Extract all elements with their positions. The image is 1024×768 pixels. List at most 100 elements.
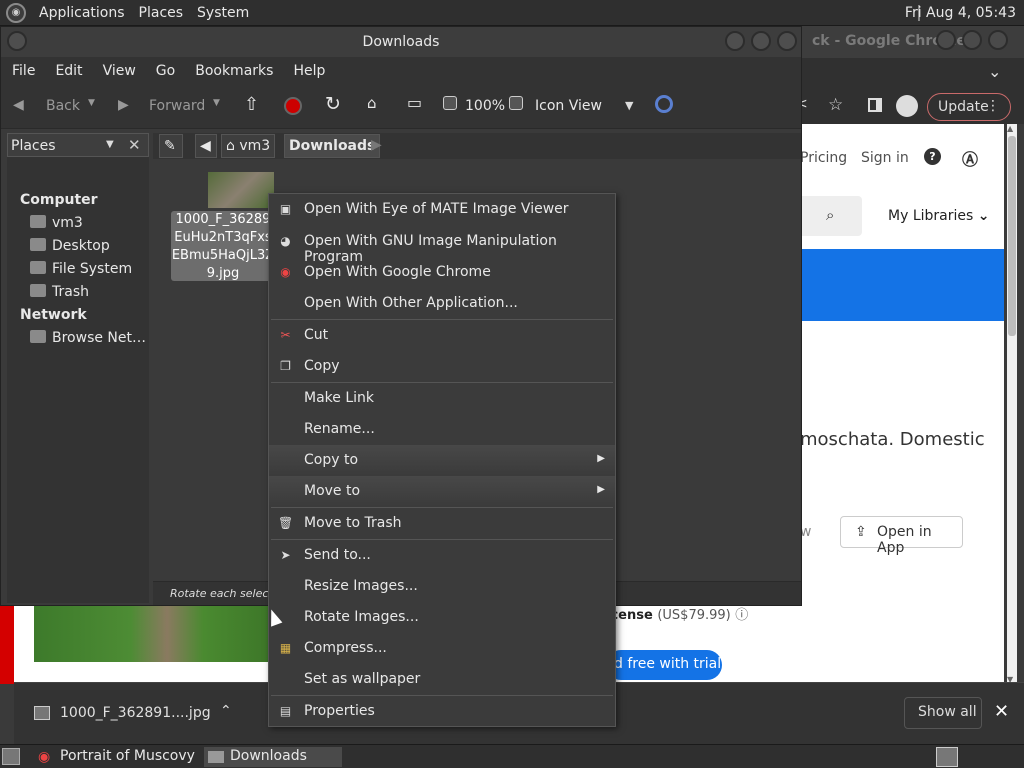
sidebar-close-icon[interactable]: ✕ (128, 136, 141, 154)
menu-item-resize-images[interactable]: Resize Images... (269, 571, 615, 601)
help-icon[interactable]: ? (924, 148, 941, 165)
menu-item-make-link[interactable]: Make Link (269, 383, 615, 413)
menu-item-copy-to[interactable]: Copy to ▶ (269, 445, 615, 475)
clock[interactable]: Fri Aug 4, 05:43 (905, 5, 1016, 21)
menu-places[interactable]: Places (132, 5, 191, 21)
menu-item-move-to[interactable]: Move to ▶ (269, 476, 615, 506)
view-mode-select[interactable]: Icon View (535, 98, 602, 114)
maximize-button[interactable] (751, 31, 771, 51)
menu-item-open-gimp[interactable]: ◕ Open With GNU Image Manipulation Progra… (269, 226, 615, 265)
menu-item-label: Move to (304, 483, 361, 499)
tab-search-chevron-icon[interactable]: ⌄ (988, 62, 1001, 81)
info-icon[interactable]: ⓘ (735, 608, 748, 623)
file-name-label[interactable]: 1000_F_36289 EuHu2nT3qFxs EBmu5HaQjL3Z 9… (171, 211, 275, 281)
image-thumbnail[interactable] (208, 172, 274, 208)
chrome-maximize-button[interactable] (962, 30, 982, 50)
mate-logo-icon[interactable]: ◉ (6, 2, 26, 23)
view-mode-chevron-icon[interactable]: ▼ (625, 99, 633, 112)
menu-file[interactable]: File (1, 63, 45, 79)
nav-signin-link[interactable]: Sign in (861, 150, 909, 166)
menu-item-send-to[interactable]: ➤ Send to... (269, 540, 615, 570)
home-icon[interactable]: ⌂ (367, 94, 377, 112)
task-downloads[interactable]: Downloads (204, 747, 342, 767)
forward-history-chevron-icon[interactable]: ▼ (213, 98, 220, 108)
path-left-arrow-icon[interactable]: ◀ (195, 134, 217, 158)
menu-applications[interactable]: Applications (32, 5, 132, 21)
menu-item-label: Rename... (304, 421, 375, 437)
sidebar-header[interactable]: Places ▼ ✕ (7, 133, 149, 157)
side-panel-icon[interactable] (868, 98, 882, 112)
window-menu-button[interactable] (7, 31, 27, 51)
computer-icon[interactable]: ▭ (407, 93, 422, 112)
forward-arrow-icon[interactable]: ▶ (118, 97, 129, 113)
menu-item-cut[interactable]: ✂ Cut (269, 320, 615, 350)
location-toggle-button[interactable]: ✎ (159, 134, 183, 158)
sidebar-item-trash[interactable]: Trash (30, 284, 89, 300)
places-sidebar: Places ▼ ✕ Computer vm3 Desktop File Sys… (7, 133, 149, 603)
menu-item-compress[interactable]: ▦ Compress... (269, 633, 615, 663)
bookmark-star-icon[interactable]: ☆ (828, 95, 843, 115)
menu-system[interactable]: System (190, 5, 256, 21)
minimize-button[interactable] (725, 31, 745, 51)
menubar: File Edit View Go Bookmarks Help (1, 57, 801, 85)
close-download-bar-icon[interactable]: ✕ (994, 701, 1009, 722)
workspace-switcher[interactable] (936, 747, 958, 767)
stock-photo-preview[interactable] (34, 602, 276, 662)
back-history-chevron-icon[interactable]: ▼ (88, 98, 95, 108)
sidebar-item-vm3[interactable]: vm3 (30, 215, 83, 231)
trial-button[interactable]: d free with trial (606, 650, 722, 680)
update-button[interactable]: Update ⋮ (927, 93, 1011, 121)
up-arrow-icon[interactable]: ⇧ (244, 94, 259, 115)
reload-icon[interactable]: ↻ (325, 93, 341, 115)
menu-help[interactable]: Help (283, 63, 335, 79)
sidebar-item-label: Desktop (52, 238, 110, 254)
close-button[interactable] (777, 31, 797, 51)
scroll-up-icon[interactable]: ▲ (1007, 124, 1013, 133)
license-label: icense (US$79.99) ⓘ (606, 604, 748, 623)
show-all-button[interactable]: Show all (904, 697, 982, 729)
search-icon[interactable] (655, 95, 673, 113)
menu-item-open-chrome[interactable]: ◉ Open With Google Chrome (269, 257, 615, 287)
chrome-close-button[interactable] (988, 30, 1008, 50)
task-chrome[interactable]: ◉ Portrait of Muscovy ... (34, 747, 200, 768)
adobe-logo-icon[interactable]: Ⓐ (962, 146, 978, 170)
profile-avatar-icon[interactable] (896, 95, 918, 117)
menu-view[interactable]: View (93, 63, 146, 79)
chrome-menu-icon[interactable]: ⋮ (986, 98, 1000, 114)
file-name-line: 9.jpg (206, 266, 240, 281)
menu-item-copy[interactable]: ❐ Copy (269, 351, 615, 381)
open-in-app-button[interactable]: ⇪ Open in App (840, 516, 963, 556)
sidebar-item-browse-network[interactable]: Browse Net… (30, 330, 146, 346)
menu-item-properties[interactable]: ▤ Properties (269, 696, 615, 726)
download-item[interactable]: 1000_F_362891....jpg (34, 705, 211, 721)
my-libraries-dropdown[interactable]: My Libraries ⌄ (888, 208, 989, 224)
path-button-downloads[interactable]: Downloads (284, 134, 381, 158)
back-button[interactable]: Back (46, 98, 80, 114)
nav-pricing-link[interactable]: Pricing (800, 150, 847, 166)
scrollbar-thumb[interactable] (1008, 136, 1016, 336)
menu-item-open-eom[interactable]: ▣ Open With Eye of MATE Image Viewer (269, 194, 615, 224)
zoom-in-icon[interactable] (509, 96, 523, 110)
menu-item-rename[interactable]: Rename... (269, 414, 615, 444)
sidebar-item-desktop[interactable]: Desktop (30, 238, 110, 254)
download-options-chevron-icon[interactable]: ⌃ (220, 703, 232, 719)
chrome-minimize-button[interactable] (936, 30, 956, 50)
zoom-out-icon[interactable] (443, 96, 457, 110)
path-button-vm3[interactable]: ⌂ vm3 (221, 134, 276, 158)
page-scrollbar[interactable]: ▲ ▼ (1007, 124, 1017, 684)
sidebar-item-file-system[interactable]: File System (30, 261, 132, 277)
stop-icon[interactable] (284, 97, 302, 115)
menu-item-set-wallpaper[interactable]: Set as wallpaper (269, 664, 615, 694)
menu-item-rotate-images[interactable]: Rotate Images... (269, 602, 615, 632)
forward-button[interactable]: Forward (149, 98, 205, 114)
menu-item-move-to-trash[interactable]: 🗑 Move to Trash (269, 508, 615, 538)
show-desktop-icon[interactable] (2, 748, 20, 765)
menu-go[interactable]: Go (146, 63, 185, 79)
sidebar-chevron-down-icon[interactable]: ▼ (106, 139, 114, 150)
menu-edit[interactable]: Edit (45, 63, 92, 79)
menu-item-open-other[interactable]: Open With Other Application... (269, 288, 615, 318)
menu-bookmarks[interactable]: Bookmarks (185, 63, 283, 79)
sidebar-section-computer: Computer (20, 192, 98, 208)
path-right-arrow-icon[interactable]: ▶ (367, 134, 389, 158)
back-arrow-icon[interactable]: ◀ (13, 97, 24, 113)
